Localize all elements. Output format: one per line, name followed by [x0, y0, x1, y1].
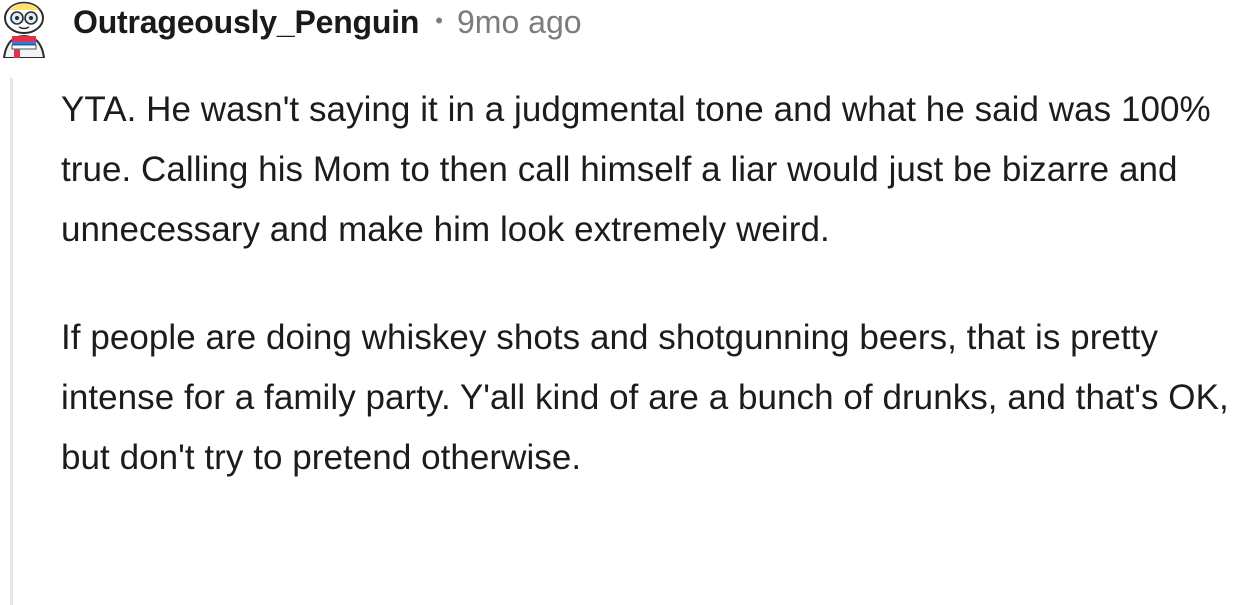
- comment-body: YTA. He wasn't saying it in a judgmental…: [61, 80, 1256, 488]
- comment-paragraph: If people are doing whiskey shots and sh…: [61, 318, 1229, 477]
- comment-timestamp[interactable]: 9mo ago: [457, 4, 582, 41]
- comment: Outrageously_Penguin • 9mo ago YTA. He w…: [0, 0, 1260, 605]
- snoo-avatar-icon[interactable]: [0, 0, 48, 59]
- thread-collapse-line[interactable]: [10, 78, 13, 605]
- comment-meta: Outrageously_Penguin • 9mo ago: [73, 2, 582, 42]
- meta-separator: •: [435, 8, 443, 33]
- username-link[interactable]: Outrageously_Penguin: [73, 4, 419, 41]
- comment-paragraph: YTA. He wasn't saying it in a judgmental…: [61, 90, 1211, 249]
